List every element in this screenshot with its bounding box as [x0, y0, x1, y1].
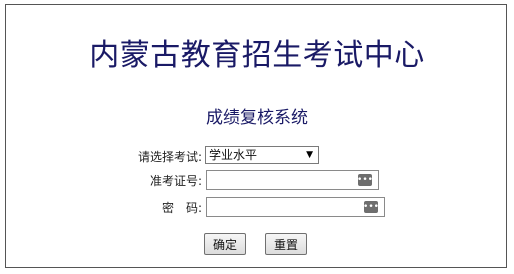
page-title: 内蒙古教育招生考试中心	[89, 38, 425, 73]
exam-label: 请选择考试:	[137, 150, 202, 164]
password-manager-icon[interactable]: •••	[363, 201, 379, 213]
confirm-button[interactable]: 确定	[204, 233, 246, 255]
ticket-row: 准考证号: •••	[0, 169, 514, 191]
password-manager-icon[interactable]: •••	[357, 174, 373, 186]
exam-select-value: 学业水平	[209, 148, 258, 162]
reset-button[interactable]: 重置	[265, 233, 307, 255]
exam-row: 请选择考试: 学业水平 ▼	[0, 145, 514, 167]
password-input[interactable]	[206, 197, 385, 217]
password-row: 密 码: •••	[0, 196, 514, 218]
exam-select[interactable]: 学业水平 ▼	[205, 146, 319, 164]
system-subtitle: 成绩复核系统	[206, 108, 308, 128]
ticket-number-input[interactable]	[206, 170, 379, 190]
dropdown-arrow-icon: ▼	[306, 150, 313, 160]
password-label: 密 码:	[161, 201, 202, 215]
ticket-label: 准考证号:	[149, 174, 202, 188]
